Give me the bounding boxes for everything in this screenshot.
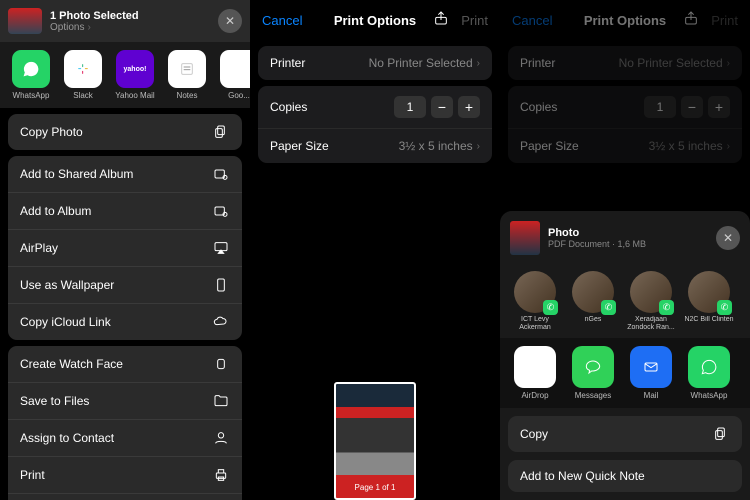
shared-album-icon: [212, 165, 230, 183]
whatsapp-icon: [688, 346, 730, 388]
avatar: ✆: [572, 271, 614, 313]
cloud-icon: [212, 313, 230, 331]
whatsapp-badge-icon: ✆: [543, 300, 558, 315]
save-files-row[interactable]: Save to Files: [8, 383, 242, 420]
slack-icon: [64, 50, 102, 88]
album-icon: [212, 202, 230, 220]
sheet-subtitle: PDF Document · 1,6 MB: [548, 239, 708, 249]
print-button-disabled: Print: [461, 13, 488, 28]
selected-count: 1 Photo Selected: [50, 10, 210, 22]
copy-group: Copy: [508, 416, 742, 452]
whatsapp-badge-icon: ✆: [601, 300, 616, 315]
dim-overlay: [500, 0, 750, 180]
yahoo-icon: yahoo!: [116, 50, 154, 88]
contact-item[interactable]: ✆ICT Levy Ackerman: [510, 271, 560, 332]
options-link[interactable]: Options›: [50, 22, 210, 33]
copies-row: Copies 1 − +: [258, 86, 492, 129]
cancel-button[interactable]: Cancel: [262, 13, 302, 28]
options-section: Copies 1 − + Paper Size3½ x 5 inches›: [258, 86, 492, 163]
quick-note-row[interactable]: Add to New Quick Note: [8, 494, 242, 500]
airdrop-icon: [514, 346, 556, 388]
contact-item[interactable]: ✆N2C Bill Clinten: [684, 271, 734, 332]
app-whatsapp[interactable]: WhatsApp: [10, 50, 52, 100]
sheet-header: Photo PDF Document · 1,6 MB ✕: [500, 211, 750, 265]
app-airdrop[interactable]: AirDrop: [510, 346, 560, 400]
app-mail[interactable]: Mail: [626, 346, 676, 400]
print-icon: [212, 466, 230, 484]
decrement-button[interactable]: −: [431, 96, 453, 118]
app-yahoo-mail[interactable]: yahoo!Yahoo Mail: [114, 50, 156, 100]
close-button[interactable]: ✕: [716, 226, 740, 250]
contact-item[interactable]: ✆Xeradjaan Zondock Ran...: [626, 271, 676, 332]
share-icon[interactable]: [433, 10, 449, 30]
watch-face-row[interactable]: Create Watch Face: [8, 346, 242, 383]
printer-section: PrinterNo Printer Selected›: [258, 46, 492, 80]
share-sheet-pane: 1 Photo Selected Options› ✕ WhatsApp Sla…: [0, 0, 250, 500]
add-album-row[interactable]: Add to Album: [8, 193, 242, 230]
copies-stepper: 1 − +: [394, 96, 480, 118]
google-icon: [220, 50, 250, 88]
whatsapp-badge-icon: ✆: [717, 300, 732, 315]
assign-contact-row[interactable]: Assign to Contact: [8, 420, 242, 457]
close-button[interactable]: ✕: [218, 9, 242, 33]
quicknote-group: Add to New Quick Note: [508, 460, 742, 492]
action-group-2: Add to Shared Album Add to Album AirPlay…: [8, 156, 242, 340]
app-google[interactable]: Goo...: [218, 50, 250, 100]
share-apps-row: AirDrop Messages Mail WhatsApp: [500, 338, 750, 408]
icloud-link-row[interactable]: Copy iCloud Link: [8, 304, 242, 340]
print-options-pane: Cancel Print Options Print PrinterNo Pri…: [250, 0, 500, 500]
watch-icon: [212, 355, 230, 373]
wallpaper-icon: [212, 276, 230, 294]
print-header: Cancel Print Options Print: [250, 0, 500, 40]
folder-icon: [212, 392, 230, 410]
app-slack[interactable]: Slack: [62, 50, 104, 100]
share-header: 1 Photo Selected Options› ✕: [0, 0, 250, 42]
messages-icon: [572, 346, 614, 388]
print-title: Print Options: [334, 13, 416, 28]
copy-icon: [212, 123, 230, 141]
add-shared-album-row[interactable]: Add to Shared Album: [8, 156, 242, 193]
action-group-3: Create Watch Face Save to Files Assign t…: [8, 346, 242, 500]
chevron-right-icon: ›: [477, 58, 480, 69]
photo-thumbnail: [8, 8, 42, 34]
increment-button[interactable]: +: [458, 96, 480, 118]
contact-icon: [212, 429, 230, 447]
contact-item[interactable]: ✆nGes: [568, 271, 618, 332]
preview-image: Page 1 of 1: [334, 382, 416, 500]
copy-icon: [712, 425, 730, 443]
whatsapp-icon: [12, 50, 50, 88]
pdf-thumbnail: [510, 221, 540, 255]
wallpaper-row[interactable]: Use as Wallpaper: [8, 267, 242, 304]
copy-photo-row[interactable]: Copy Photo: [8, 114, 242, 150]
avatar: ✆: [630, 271, 672, 313]
print-options-share-pane: Cancel Print Options Print PrinterNo Pri…: [500, 0, 750, 500]
action-group-1: Copy Photo: [8, 114, 242, 150]
avatar: ✆: [514, 271, 556, 313]
app-whatsapp[interactable]: WhatsApp: [684, 346, 734, 400]
app-messages[interactable]: Messages: [568, 346, 618, 400]
contacts-row: ✆ICT Levy Ackerman ✆nGes ✆Xeradjaan Zond…: [500, 265, 750, 338]
print-row[interactable]: Print: [8, 457, 242, 494]
page-indicator: Page 1 of 1: [342, 481, 408, 494]
whatsapp-badge-icon: ✆: [659, 300, 674, 315]
airplay-row[interactable]: AirPlay: [8, 230, 242, 267]
avatar: ✆: [688, 271, 730, 313]
quick-note-row[interactable]: Add to New Quick Note: [508, 460, 742, 492]
copy-row[interactable]: Copy: [508, 416, 742, 452]
share-apps-row: WhatsApp Slack yahoo!Yahoo Mail Notes Go…: [0, 42, 250, 108]
chevron-right-icon: ›: [87, 22, 90, 33]
print-preview[interactable]: Page 1 of 1: [334, 382, 416, 500]
notes-icon: [168, 50, 206, 88]
pdf-share-sheet: Photo PDF Document · 1,6 MB ✕ ✆ICT Levy …: [500, 211, 750, 500]
paper-size-row[interactable]: Paper Size3½ x 5 inches›: [258, 129, 492, 163]
mail-icon: [630, 346, 672, 388]
airplay-icon: [212, 239, 230, 257]
sheet-title: Photo: [548, 227, 708, 239]
printer-row[interactable]: PrinterNo Printer Selected›: [258, 46, 492, 80]
chevron-right-icon: ›: [477, 141, 480, 152]
copies-value: 1: [394, 96, 426, 118]
app-notes[interactable]: Notes: [166, 50, 208, 100]
